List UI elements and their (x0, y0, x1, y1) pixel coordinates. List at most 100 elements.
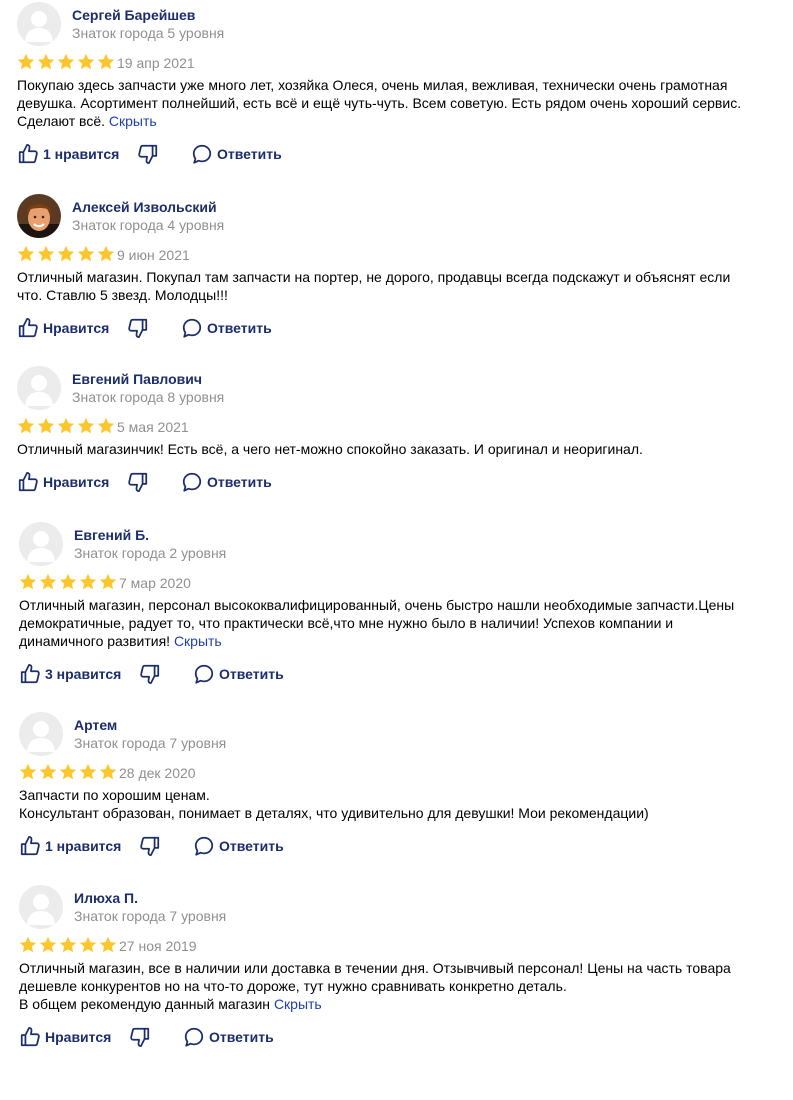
comment-bubble-icon (184, 1027, 204, 1047)
review-text: Запчасти по хорошим ценам. Консультант об… (19, 786, 769, 822)
star-icon (77, 417, 95, 434)
review-text-line: Отличный магазин, все в наличии или дост… (19, 959, 769, 977)
like-button[interactable]: 1 нравится (17, 142, 119, 166)
hide-link[interactable]: Скрыть (174, 633, 222, 649)
review-date: 19 апр 2021 (117, 55, 195, 71)
review-text-line: Запчасти по хорошим ценам. (19, 786, 769, 804)
review-text-content: Отличный магазин, все в наличии или дост… (19, 960, 731, 976)
avatar[interactable] (19, 522, 63, 566)
author-name[interactable]: Артем (74, 717, 117, 734)
star-icon (99, 573, 117, 590)
dislike-button[interactable] (137, 142, 159, 166)
author-name[interactable]: Алексей Извольский (72, 199, 217, 216)
like-button[interactable]: Нравится (17, 470, 109, 494)
like-button[interactable]: Нравится (19, 1025, 111, 1049)
dislike-button[interactable] (139, 834, 161, 858)
thumb-up-icon (20, 663, 40, 684)
thumb-down-icon (140, 664, 160, 685)
default-avatar-icon (19, 712, 63, 756)
dislike-button[interactable] (127, 316, 149, 340)
review-date: 27 ноя 2019 (119, 938, 197, 954)
reply-label: Ответить (207, 474, 272, 490)
thumb-down-icon (140, 836, 160, 857)
thumb-up-icon (18, 317, 38, 338)
review-text-content: Покупаю здесь запчасти уже много лет, хо… (17, 77, 728, 93)
dislike-button[interactable] (129, 1025, 151, 1049)
author-name[interactable]: Евгений Павлович (72, 371, 202, 388)
author-level: Знаток города 7 уровня (74, 908, 227, 924)
reply-label: Ответить (219, 666, 284, 682)
star-icon (39, 763, 57, 780)
like-label: Нравится (45, 1029, 112, 1045)
rating-stars (17, 53, 115, 71)
review-text-line: Сделают всё. Скрыть (17, 112, 767, 130)
like-label: 1 нравится (43, 146, 120, 162)
rating-stars (17, 417, 115, 435)
star-icon (17, 417, 35, 434)
reply-button[interactable]: Ответить (181, 316, 272, 340)
star-icon (79, 763, 97, 780)
author-level: Знаток города 5 уровня (72, 25, 225, 41)
thumb-up-icon (20, 1026, 40, 1047)
default-avatar-icon (17, 2, 61, 46)
reply-button[interactable]: Ответить (191, 142, 282, 166)
author-name[interactable]: Сергей Барейшев (72, 7, 195, 24)
rating-stars (19, 573, 117, 591)
hide-link[interactable]: Скрыть (274, 996, 322, 1012)
hide-link[interactable]: Скрыть (109, 113, 157, 129)
review-text-line: В общем рекомендую данный магазин Скрыть (19, 995, 769, 1013)
thumb-up-icon (20, 835, 40, 856)
author-name[interactable]: Евгений Б. (74, 527, 149, 544)
review-date: 7 мар 2020 (119, 575, 191, 591)
reviews-page: { "colors": { "author": "#1c2d6b", "meta… (0, 0, 793, 1100)
dislike-button[interactable] (139, 662, 161, 686)
default-avatar-icon (19, 885, 63, 929)
star-icon (37, 417, 55, 434)
thumb-up-icon (18, 143, 38, 164)
avatar[interactable] (19, 712, 63, 756)
star-icon (59, 936, 77, 953)
star-icon (37, 245, 55, 262)
review-text-content: Отличный магазин, персонал высококвалифи… (19, 597, 735, 613)
review-text: Отличный магазинчик! Есть всё, а чего не… (17, 440, 767, 458)
avatar[interactable] (17, 2, 61, 46)
author-name[interactable]: Илюха П. (74, 890, 138, 907)
star-icon (39, 573, 57, 590)
star-icon (57, 245, 75, 262)
comment-bubble-icon (182, 318, 202, 338)
review-text-content: Запчасти по хорошим ценам. (19, 787, 210, 803)
star-icon (59, 573, 77, 590)
reply-button[interactable]: Ответить (183, 1025, 274, 1049)
review-text-content: Отличный магазин. Покупал там запчасти н… (17, 269, 731, 285)
star-icon (79, 936, 97, 953)
star-icon (97, 245, 115, 262)
star-icon (37, 53, 55, 70)
review-text-line: Покупаю здесь запчасти уже много лет, хо… (17, 76, 767, 94)
dislike-button[interactable] (127, 470, 149, 494)
like-button[interactable]: 1 нравится (19, 834, 121, 858)
thumb-down-icon (128, 318, 148, 339)
star-icon (19, 936, 37, 953)
avatar[interactable] (17, 194, 61, 238)
like-button[interactable]: 3 нравится (19, 662, 121, 686)
comment-bubble-icon (194, 664, 214, 684)
comment-bubble-icon (182, 472, 202, 492)
star-icon (39, 936, 57, 953)
avatar[interactable] (19, 885, 63, 929)
rating-stars (17, 245, 115, 263)
star-icon (99, 763, 117, 780)
reply-button[interactable]: Ответить (181, 470, 272, 494)
review-date: 9 июн 2021 (117, 247, 190, 263)
reply-label: Ответить (219, 838, 284, 854)
review-text-content: Сделают всё. (17, 113, 106, 129)
author-level: Знаток города 2 уровня (74, 545, 227, 561)
author-level: Знаток города 7 уровня (74, 735, 227, 751)
default-avatar-icon (17, 366, 61, 410)
reply-button[interactable]: Ответить (193, 834, 284, 858)
like-button[interactable]: Нравится (17, 316, 109, 340)
avatar[interactable] (17, 366, 61, 410)
review-text-content: девушка. Асортимент полнейший, есть всё … (17, 95, 742, 111)
author-level: Знаток города 8 уровня (72, 389, 225, 405)
review-text: Отличный магазин, все в наличии или дост… (19, 959, 769, 1013)
reply-button[interactable]: Ответить (193, 662, 284, 686)
